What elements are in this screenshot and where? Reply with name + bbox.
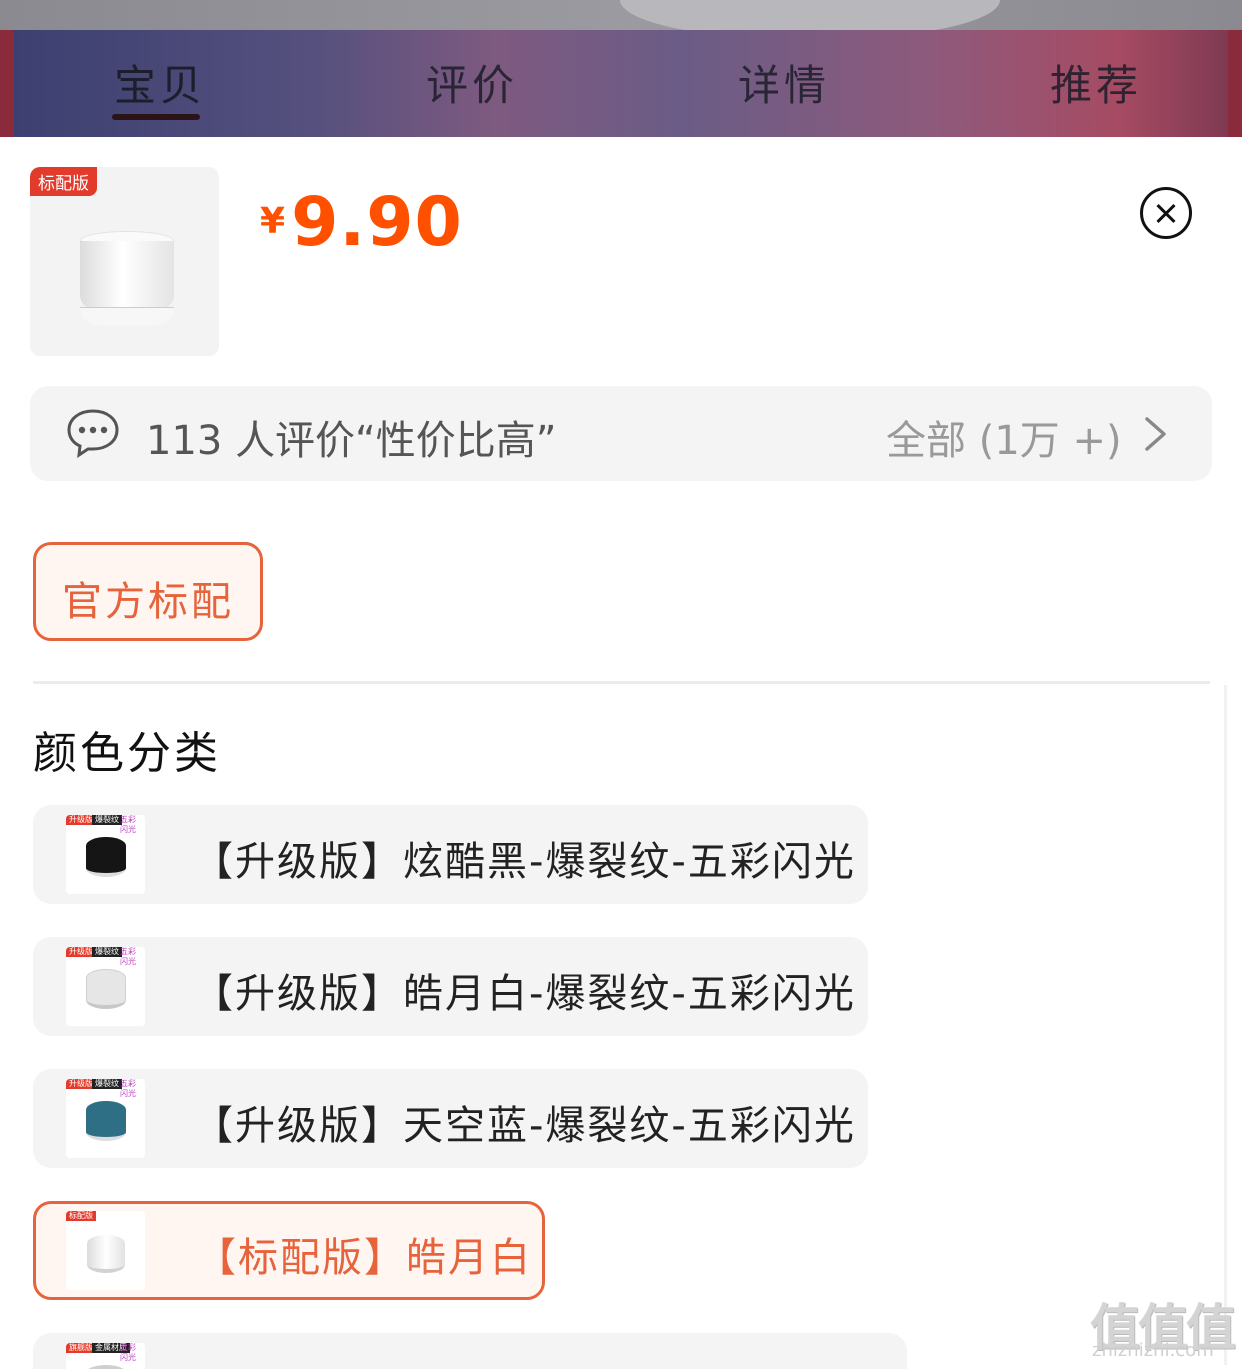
frame-left [0, 30, 14, 137]
tab-item[interactable]: 宝贝 [114, 52, 206, 113]
speaker-blue-image [86, 1101, 126, 1141]
frame-right [1228, 30, 1242, 137]
speaker-image [80, 231, 174, 327]
option-thumbnail: 升级版 爆裂纹 五彩闪光 [66, 1079, 145, 1158]
option-tag2: 五彩闪光 [120, 815, 136, 834]
currency-symbol: ¥ [260, 201, 286, 242]
option-label: 【升级版】天空蓝-爆裂纹-五彩闪光 [193, 1103, 856, 1149]
option-tag2: 五彩闪光 [120, 947, 136, 966]
color-option[interactable]: 升级版 爆裂纹 五彩闪光 【升级版】天空蓝-爆裂纹-五彩闪光 [33, 1069, 868, 1168]
tab-bar: 宝贝 评价 详情 推荐 [0, 30, 1242, 137]
option-label: 【旗舰版】炫酷黑-金属材质-五彩闪光 [193, 1357, 898, 1369]
speaker-image [84, 1365, 128, 1369]
option-label: 【标配版】皓月白 [196, 1235, 532, 1281]
chevron-right-icon [1145, 417, 1166, 451]
product-thumbnail[interactable]: 标配版 [30, 167, 219, 356]
tab-details[interactable]: 详情 [738, 52, 830, 113]
option-label: 【升级版】皓月白-爆裂纹-五彩闪光 [193, 971, 856, 1017]
divider [33, 681, 1210, 684]
spec-option-official[interactable]: 官方标配 [33, 542, 263, 641]
option-thumbnail: 升级版 爆裂纹 五彩闪光 [66, 947, 145, 1026]
review-summary-text: 113 人评价“性价比高” [146, 418, 557, 464]
review-summary-bar[interactable]: 113 人评价“性价比高” 全部 (1万 +) [30, 386, 1212, 481]
tab-recommend[interactable]: 推荐 [1050, 52, 1142, 113]
color-option[interactable]: 升级版 爆裂纹 五彩闪光 【升级版】皓月白-爆裂纹-五彩闪光 [33, 937, 868, 1036]
option-thumbnail: 升级版 爆裂纹 五彩闪光 [66, 815, 145, 894]
speaker-black-image [86, 837, 126, 877]
version-badge: 标配版 [30, 167, 97, 196]
chat-bubble-icon [67, 409, 119, 458]
option-tag2: 五彩闪光 [120, 1343, 136, 1362]
sku-sheet: 标配版 ¥9.90 113 人评价“性价比高” 全部 (1万 +) 官方标配 颜… [0, 137, 1242, 1369]
option-badge: 标配版 [66, 1211, 96, 1221]
close-icon[interactable] [1140, 187, 1192, 239]
color-option-selected[interactable]: 标配版 【标配版】皓月白 [33, 1201, 545, 1300]
active-tab-indicator [112, 114, 200, 120]
option-tag2: 五彩闪光 [120, 1079, 136, 1098]
price-value: 9.90 [291, 183, 463, 262]
watermark-site: zhizhizhi.com [1092, 1340, 1214, 1361]
spec-option-label: 官方标配 [62, 579, 234, 625]
speaker-white-image [86, 969, 126, 1009]
option-label: 【升级版】炫酷黑-爆裂纹-五彩闪光 [193, 839, 856, 885]
top-image-strip [0, 0, 1242, 40]
scroll-track [1224, 685, 1227, 1365]
speaker-white-image [87, 1235, 125, 1273]
color-option[interactable]: 升级版 爆裂纹 五彩闪光 【升级版】炫酷黑-爆裂纹-五彩闪光 [33, 805, 868, 904]
option-thumbnail: 旗舰版 金属材质 五彩闪光 [66, 1343, 145, 1369]
all-reviews-link[interactable]: 全部 (1万 +) [886, 408, 1122, 466]
color-option[interactable]: 旗舰版 金属材质 五彩闪光 【旗舰版】炫酷黑-金属材质-五彩闪光 [33, 1333, 907, 1369]
watermark: 值值值 zhizhizhi.com [1090, 1288, 1236, 1361]
option-thumbnail: 标配版 [66, 1211, 145, 1290]
price: ¥9.90 [260, 183, 463, 262]
tab-reviews[interactable]: 评价 [426, 52, 518, 113]
color-section-title: 颜色分类 [33, 728, 221, 779]
